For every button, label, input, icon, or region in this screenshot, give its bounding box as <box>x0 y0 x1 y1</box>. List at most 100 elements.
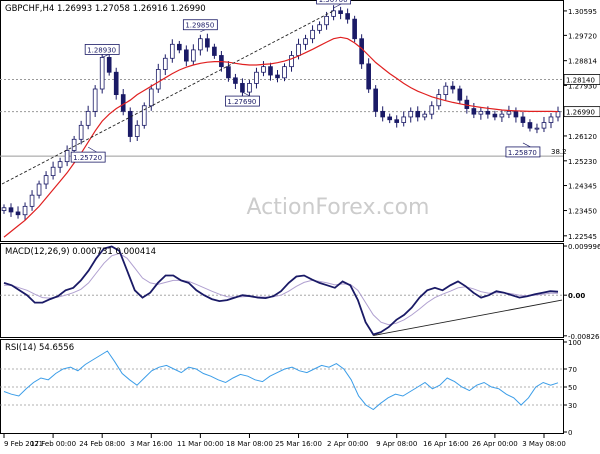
candle-body <box>380 110 386 118</box>
level-price-label: 1.28140 <box>566 77 595 85</box>
x-tick-label: 9 Apr 08:00 <box>376 440 417 448</box>
candle-body <box>247 83 252 93</box>
rsi-y-tick-label: 0 <box>568 429 572 437</box>
candle-body <box>148 88 154 107</box>
candle-body <box>317 24 322 31</box>
candle-body <box>191 49 196 62</box>
candle-body <box>457 88 463 101</box>
candle-body <box>408 110 414 118</box>
candle-body <box>155 69 161 90</box>
candle-body <box>443 85 449 95</box>
rsi-y-tick-label: 70 <box>568 366 577 374</box>
candle-body <box>394 119 400 123</box>
level-price-label: 1.26990 <box>566 109 595 117</box>
candle-body <box>29 194 35 207</box>
candle-body <box>478 110 484 115</box>
rsi-title: RSI(14) 54.6556 <box>5 343 74 353</box>
candle-body <box>57 161 63 168</box>
candle-body <box>275 74 280 79</box>
candle-body <box>261 66 266 73</box>
annotation-label: 1.29850 <box>185 22 214 30</box>
candle-body <box>162 57 168 70</box>
candle-body <box>541 122 547 129</box>
candle-body <box>99 57 105 90</box>
candle-body <box>113 71 119 95</box>
candle-body <box>106 57 112 73</box>
candle-body <box>289 55 294 68</box>
candle-body <box>296 43 301 56</box>
candle-body <box>282 66 287 79</box>
x-tick-label: 3 May 08:00 <box>522 440 566 448</box>
annotation-label: 1.25720 <box>73 154 102 162</box>
candle-body <box>520 116 526 123</box>
candle-body <box>471 108 477 115</box>
candle-body <box>303 38 308 45</box>
x-tick-label: 24 Feb 08:00 <box>79 440 125 448</box>
candle-body <box>499 113 505 118</box>
candle-body <box>233 77 238 84</box>
chart-canvas: 1.305951.297201.288141.279301.270501.261… <box>0 0 600 450</box>
candle-body <box>78 124 84 140</box>
x-tick-label: 16 Apr 16:00 <box>423 440 469 448</box>
candle-body <box>359 38 364 65</box>
candle-body <box>527 122 533 129</box>
price-title: GBPCHF,H4 1.26993 1.27058 1.26916 1.2699… <box>5 4 206 14</box>
x-tick-label: 2 Apr 00:00 <box>327 440 368 448</box>
macd-y-tick-label: 0.009996 <box>568 243 600 251</box>
price-y-tick-label: 1.29720 <box>568 32 597 40</box>
candle-body <box>366 63 371 90</box>
candle-body <box>534 127 540 130</box>
candle-body <box>373 88 378 112</box>
candle-body <box>50 166 56 177</box>
candle-body <box>1 207 7 211</box>
x-tick-label: 17 Feb 00:00 <box>30 440 76 448</box>
x-tick-label: 11 Mar 00:00 <box>177 440 224 448</box>
candle-body <box>64 150 70 163</box>
candle-body <box>212 46 217 56</box>
candle-body <box>8 207 14 213</box>
candle-body <box>422 113 428 118</box>
x-tick-label: 25 Mar 16:00 <box>275 440 322 448</box>
candle-body <box>513 110 519 118</box>
candle-body <box>450 85 456 90</box>
candle-body <box>485 110 491 115</box>
candle-body <box>345 13 350 20</box>
candle-body <box>36 183 42 196</box>
rsi-y-tick-label: 30 <box>568 402 577 410</box>
annotation-label: 1.28930 <box>87 46 116 54</box>
candle-body <box>198 38 203 51</box>
fib-level-label: 38.2 <box>551 148 567 156</box>
candle-body <box>548 116 554 123</box>
price-y-tick-label: 1.22545 <box>568 233 597 241</box>
macd-y-tick-label: 0.00 <box>568 292 585 300</box>
candle-body <box>22 205 28 216</box>
price-y-tick-label: 1.24345 <box>568 183 597 191</box>
candle-body <box>226 66 231 79</box>
candle-body <box>169 43 175 59</box>
price-y-tick-label: 1.30595 <box>568 8 597 16</box>
rsi-y-tick-label: 50 <box>568 384 577 392</box>
candle-body <box>134 124 140 137</box>
x-tick-label: 18 Mar 08:00 <box>226 440 273 448</box>
watermark: ActionForex.com <box>247 195 430 220</box>
candle-body <box>436 94 442 107</box>
x-tick-label: 3 Mar 16:00 <box>130 440 172 448</box>
candle-body <box>92 88 98 112</box>
candle-body <box>387 116 393 121</box>
candle-body <box>506 110 512 115</box>
candle-body <box>127 110 133 137</box>
candle-body <box>43 175 49 185</box>
candle-body <box>352 18 357 40</box>
x-tick-label: 26 Apr 00:00 <box>472 440 518 448</box>
candle-body <box>71 138 77 151</box>
candle-body <box>176 43 182 51</box>
annotation-label: 1.30700 <box>319 0 348 4</box>
candle-body <box>401 116 407 123</box>
candle-body <box>240 83 245 93</box>
macd-title: MACD(12,26,9) 0.000731 0.000414 <box>5 247 156 257</box>
candle-body <box>310 29 315 40</box>
candle-body <box>429 105 435 115</box>
annotation-label: 1.25870 <box>508 149 537 157</box>
price-y-tick-label: 1.23450 <box>568 208 597 216</box>
price-y-tick-label: 1.28814 <box>568 58 597 66</box>
